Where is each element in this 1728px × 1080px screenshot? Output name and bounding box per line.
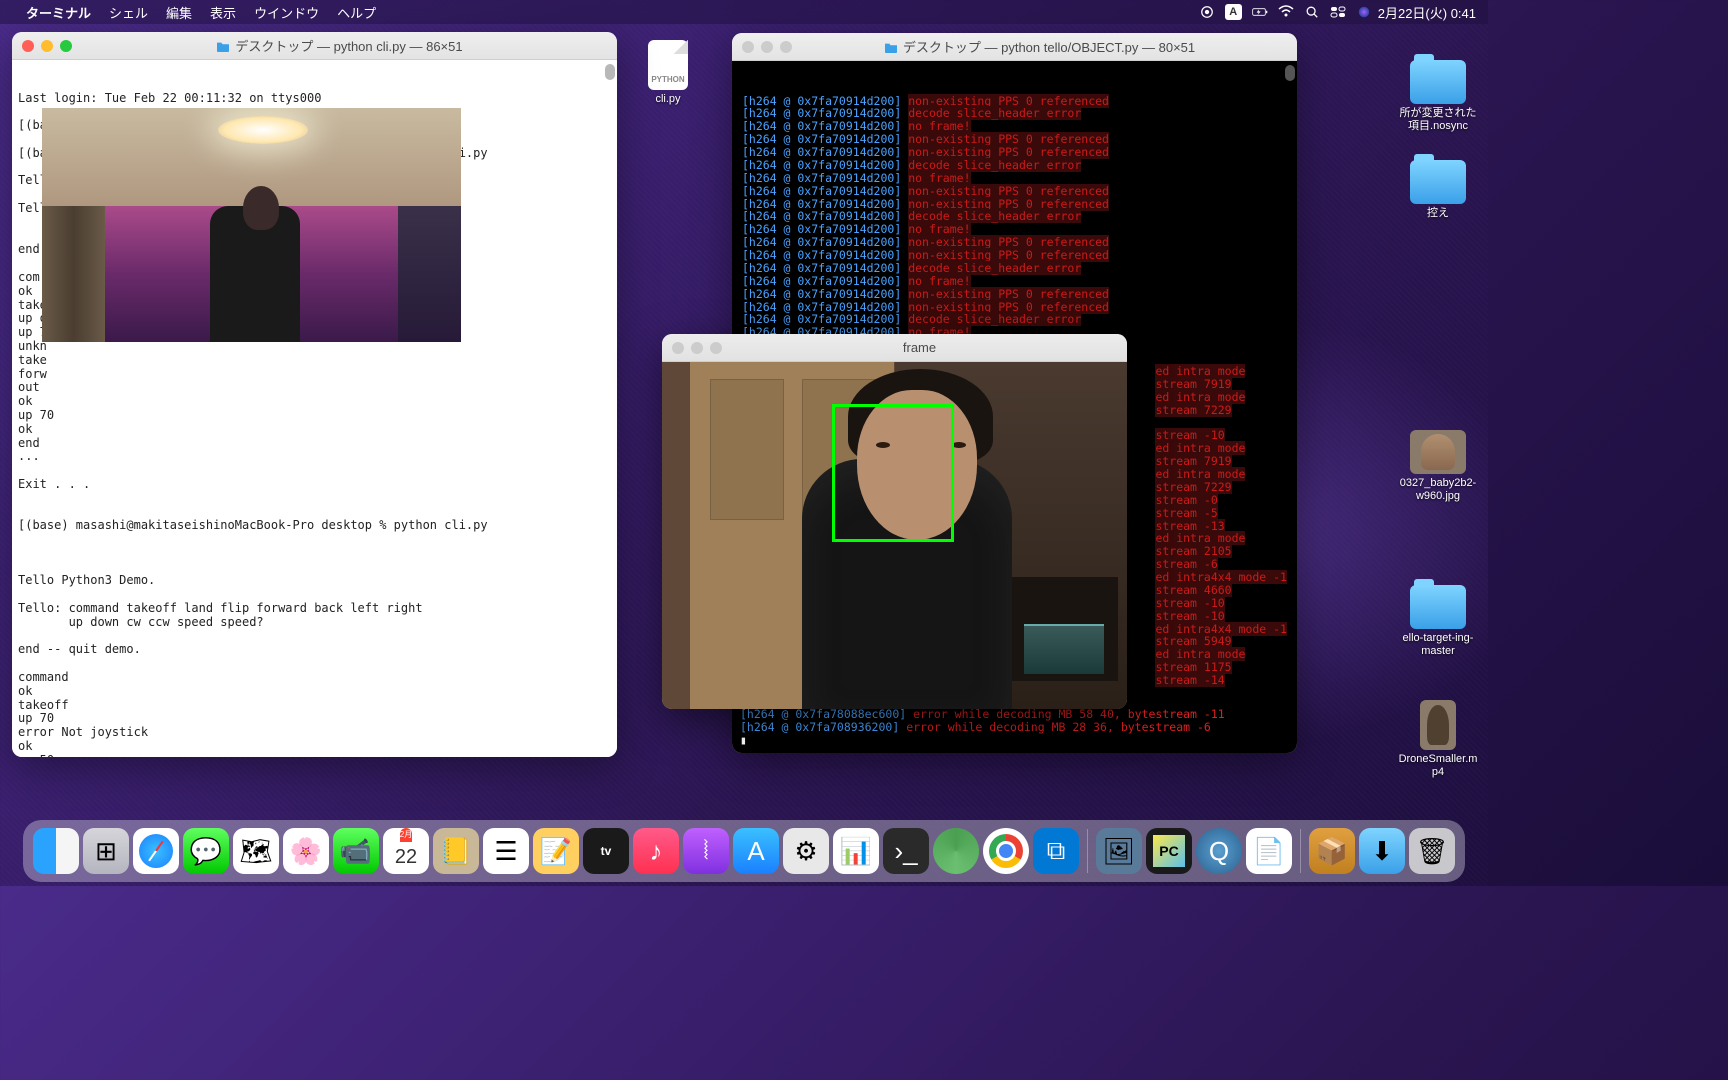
terminal-inline-image bbox=[42, 108, 461, 342]
window-title: frame bbox=[722, 340, 1117, 355]
opencv-frame-window[interactable]: frame bbox=[662, 334, 1127, 709]
folder-icon bbox=[216, 40, 230, 52]
dock-notes[interactable]: 📝 bbox=[533, 828, 579, 874]
clock[interactable]: 2月22日(火) 0:41 bbox=[1378, 3, 1476, 22]
close-button[interactable] bbox=[22, 40, 34, 52]
close-button[interactable] bbox=[742, 41, 754, 53]
siri-icon[interactable] bbox=[1356, 5, 1372, 19]
terminal-bottom-errors: [h264 @ 0x7fa78088ec600] error while dec… bbox=[736, 706, 1229, 749]
dock-finder[interactable] bbox=[33, 828, 79, 874]
dock-divider bbox=[1087, 829, 1088, 873]
window-title: デスクトップ — python cli.py — 86×51 bbox=[72, 36, 607, 55]
minimize-button[interactable] bbox=[761, 41, 773, 53]
close-button[interactable] bbox=[672, 342, 684, 354]
desktop-image-baby[interactable]: 0327_baby2b2-w960.jpg bbox=[1398, 430, 1478, 502]
dock-trash[interactable]: 🗑 bbox=[1409, 828, 1455, 874]
dock-tv[interactable]: tv bbox=[583, 828, 629, 874]
terminal-output[interactable]: Last login: Tue Feb 22 00:11:32 on ttys0… bbox=[12, 60, 617, 757]
dock-settings[interactable]: ⚙ bbox=[783, 828, 829, 874]
terminal-window-cli[interactable]: デスクトップ — python cli.py — 86×51 Last logi… bbox=[12, 32, 617, 757]
dock-facetime[interactable]: 📹 bbox=[333, 828, 379, 874]
desktop-folder-changed[interactable]: 所が変更された項目.nosync bbox=[1398, 60, 1478, 132]
battery-icon[interactable] bbox=[1252, 5, 1268, 19]
menu-shell[interactable]: シェル bbox=[109, 3, 148, 22]
menu-view[interactable]: 表示 bbox=[210, 3, 236, 22]
dock-appstore[interactable]: A bbox=[733, 828, 779, 874]
dock-preview[interactable]: 🖼 bbox=[1096, 828, 1142, 874]
dock-numbers[interactable]: 📊 bbox=[833, 828, 879, 874]
dock-activity[interactable] bbox=[933, 828, 979, 874]
dock-divider bbox=[1300, 829, 1301, 873]
dock-safari[interactable] bbox=[133, 828, 179, 874]
dock-pycharm[interactable]: PC bbox=[1146, 828, 1192, 874]
dock-photos[interactable]: 🌸 bbox=[283, 828, 329, 874]
menubar: ターミナル シェル 編集 表示 ウインドウ ヘルプ A 2月22日(火) 0:4… bbox=[0, 0, 1488, 24]
titlebar[interactable]: デスクトップ — python cli.py — 86×51 bbox=[12, 32, 617, 60]
titlebar[interactable]: デスクトップ — python tello/OBJECT.py — 80×51 bbox=[732, 33, 1297, 61]
minimize-button[interactable] bbox=[41, 40, 53, 52]
wifi-icon[interactable] bbox=[1278, 5, 1294, 19]
maximize-button[interactable] bbox=[780, 41, 792, 53]
dock-calendar[interactable]: 2月22 bbox=[383, 828, 429, 874]
dock-contacts[interactable]: 📒 bbox=[433, 828, 479, 874]
dock-messages[interactable]: 💬 bbox=[183, 828, 229, 874]
dock-vscode[interactable]: ⧉ bbox=[1033, 828, 1079, 874]
minimize-button[interactable] bbox=[691, 342, 703, 354]
dock: ⊞ 💬 🗺 🌸 📹 2月22 📒 ☰ 📝 tv ♪ ⦚ A ⚙ 📊 ›_ ⧉ 🖼… bbox=[23, 820, 1465, 882]
dock-reminders[interactable]: ☰ bbox=[483, 828, 529, 874]
dock-launchpad[interactable]: ⊞ bbox=[83, 828, 129, 874]
dock-podcasts[interactable]: ⦚ bbox=[683, 828, 729, 874]
dock-chrome[interactable] bbox=[983, 828, 1029, 874]
dock-terminal[interactable]: ›_ bbox=[883, 828, 929, 874]
face-detection-box bbox=[832, 404, 954, 542]
ime-indicator[interactable]: A bbox=[1225, 4, 1242, 20]
desktop-folder-tello[interactable]: ello-target-ing-master bbox=[1398, 585, 1478, 657]
dock-maps[interactable]: 🗺 bbox=[233, 828, 279, 874]
maximize-button[interactable] bbox=[60, 40, 72, 52]
control-center-icon[interactable] bbox=[1330, 5, 1346, 19]
dock-quicktime[interactable]: Q bbox=[1196, 828, 1242, 874]
terminal-output-lines: Tello Python3 Demo. Tello: command takeo… bbox=[18, 547, 611, 757]
terminal-right-errors: ed intra mode stream 7919 ed intra mode … bbox=[1151, 363, 1291, 689]
desktop-file-cli-py[interactable]: PYTHON cli.py bbox=[628, 40, 708, 106]
dock-downloads[interactable]: ⬇ bbox=[1359, 828, 1405, 874]
folder-icon bbox=[884, 41, 898, 53]
spotlight-icon[interactable] bbox=[1304, 5, 1320, 19]
video-frame bbox=[662, 362, 1127, 709]
record-icon[interactable] bbox=[1199, 5, 1215, 19]
menu-edit[interactable]: 編集 bbox=[166, 3, 192, 22]
desktop-video-drone[interactable]: DroneSmaller.mp4 bbox=[1398, 700, 1478, 778]
desktop-folder-hikae[interactable]: 控え bbox=[1398, 160, 1478, 220]
menu-window[interactable]: ウインドウ bbox=[254, 3, 319, 22]
window-title: デスクトップ — python tello/OBJECT.py — 80×51 bbox=[792, 37, 1287, 56]
scrollbar-thumb[interactable] bbox=[605, 64, 615, 80]
app-menu[interactable]: ターミナル bbox=[26, 3, 91, 22]
dock-box[interactable]: 📦 bbox=[1309, 828, 1355, 874]
menu-help[interactable]: ヘルプ bbox=[337, 3, 376, 22]
dock-music[interactable]: ♪ bbox=[633, 828, 679, 874]
maximize-button[interactable] bbox=[710, 342, 722, 354]
scrollbar-thumb[interactable] bbox=[1285, 65, 1295, 81]
dock-textedit[interactable]: 📄 bbox=[1246, 828, 1292, 874]
titlebar[interactable]: frame bbox=[662, 334, 1127, 362]
